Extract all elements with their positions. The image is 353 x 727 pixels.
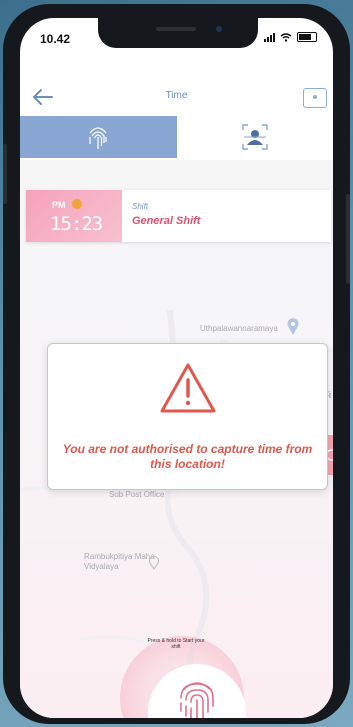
notch bbox=[98, 18, 258, 48]
tab-face-scan[interactable] bbox=[176, 116, 333, 158]
fingerprint-icon bbox=[180, 682, 214, 718]
tab-fingerprint[interactable] bbox=[20, 116, 177, 158]
shift-name: General Shift bbox=[132, 215, 201, 227]
settings-button[interactable] bbox=[303, 88, 327, 108]
shift-label: Shift bbox=[132, 202, 149, 211]
shift-period: PM bbox=[52, 200, 66, 210]
fingerprint-icon bbox=[89, 127, 107, 149]
face-scan-icon bbox=[242, 124, 268, 150]
fingerprint-hint: Press & hold to Start your shift bbox=[147, 638, 205, 650]
app-header: Time bbox=[20, 82, 333, 114]
capture-tabs bbox=[20, 116, 333, 158]
status-icons bbox=[264, 32, 317, 42]
sun-icon bbox=[72, 199, 82, 209]
speaker bbox=[156, 27, 196, 31]
shift-time-box: PM 15:23 bbox=[26, 190, 122, 242]
status-time: 10.42 bbox=[40, 32, 71, 46]
phone-button bbox=[346, 194, 350, 284]
phone-frame: 10.42 Time Uthpalawannaramaya Sub Post O… bbox=[3, 4, 350, 724]
page-title: Time bbox=[165, 90, 188, 101]
wifi-icon bbox=[280, 32, 292, 42]
error-message: You are not authorised to capture time f… bbox=[62, 442, 313, 471]
shift-card: PM 15:23 Shift General Shift bbox=[26, 190, 331, 242]
shift-time: 15:23 bbox=[50, 213, 103, 235]
battery-icon bbox=[297, 32, 317, 42]
shift-info: Shift General Shift bbox=[122, 190, 200, 242]
error-dialog: You are not authorised to capture time f… bbox=[47, 343, 328, 490]
signal-icon bbox=[264, 32, 275, 42]
screen: 10.42 Time Uthpalawannaramaya Sub Post O… bbox=[20, 18, 333, 718]
camera bbox=[216, 26, 222, 32]
phone-button bbox=[3, 144, 7, 204]
warning-icon bbox=[160, 363, 216, 413]
